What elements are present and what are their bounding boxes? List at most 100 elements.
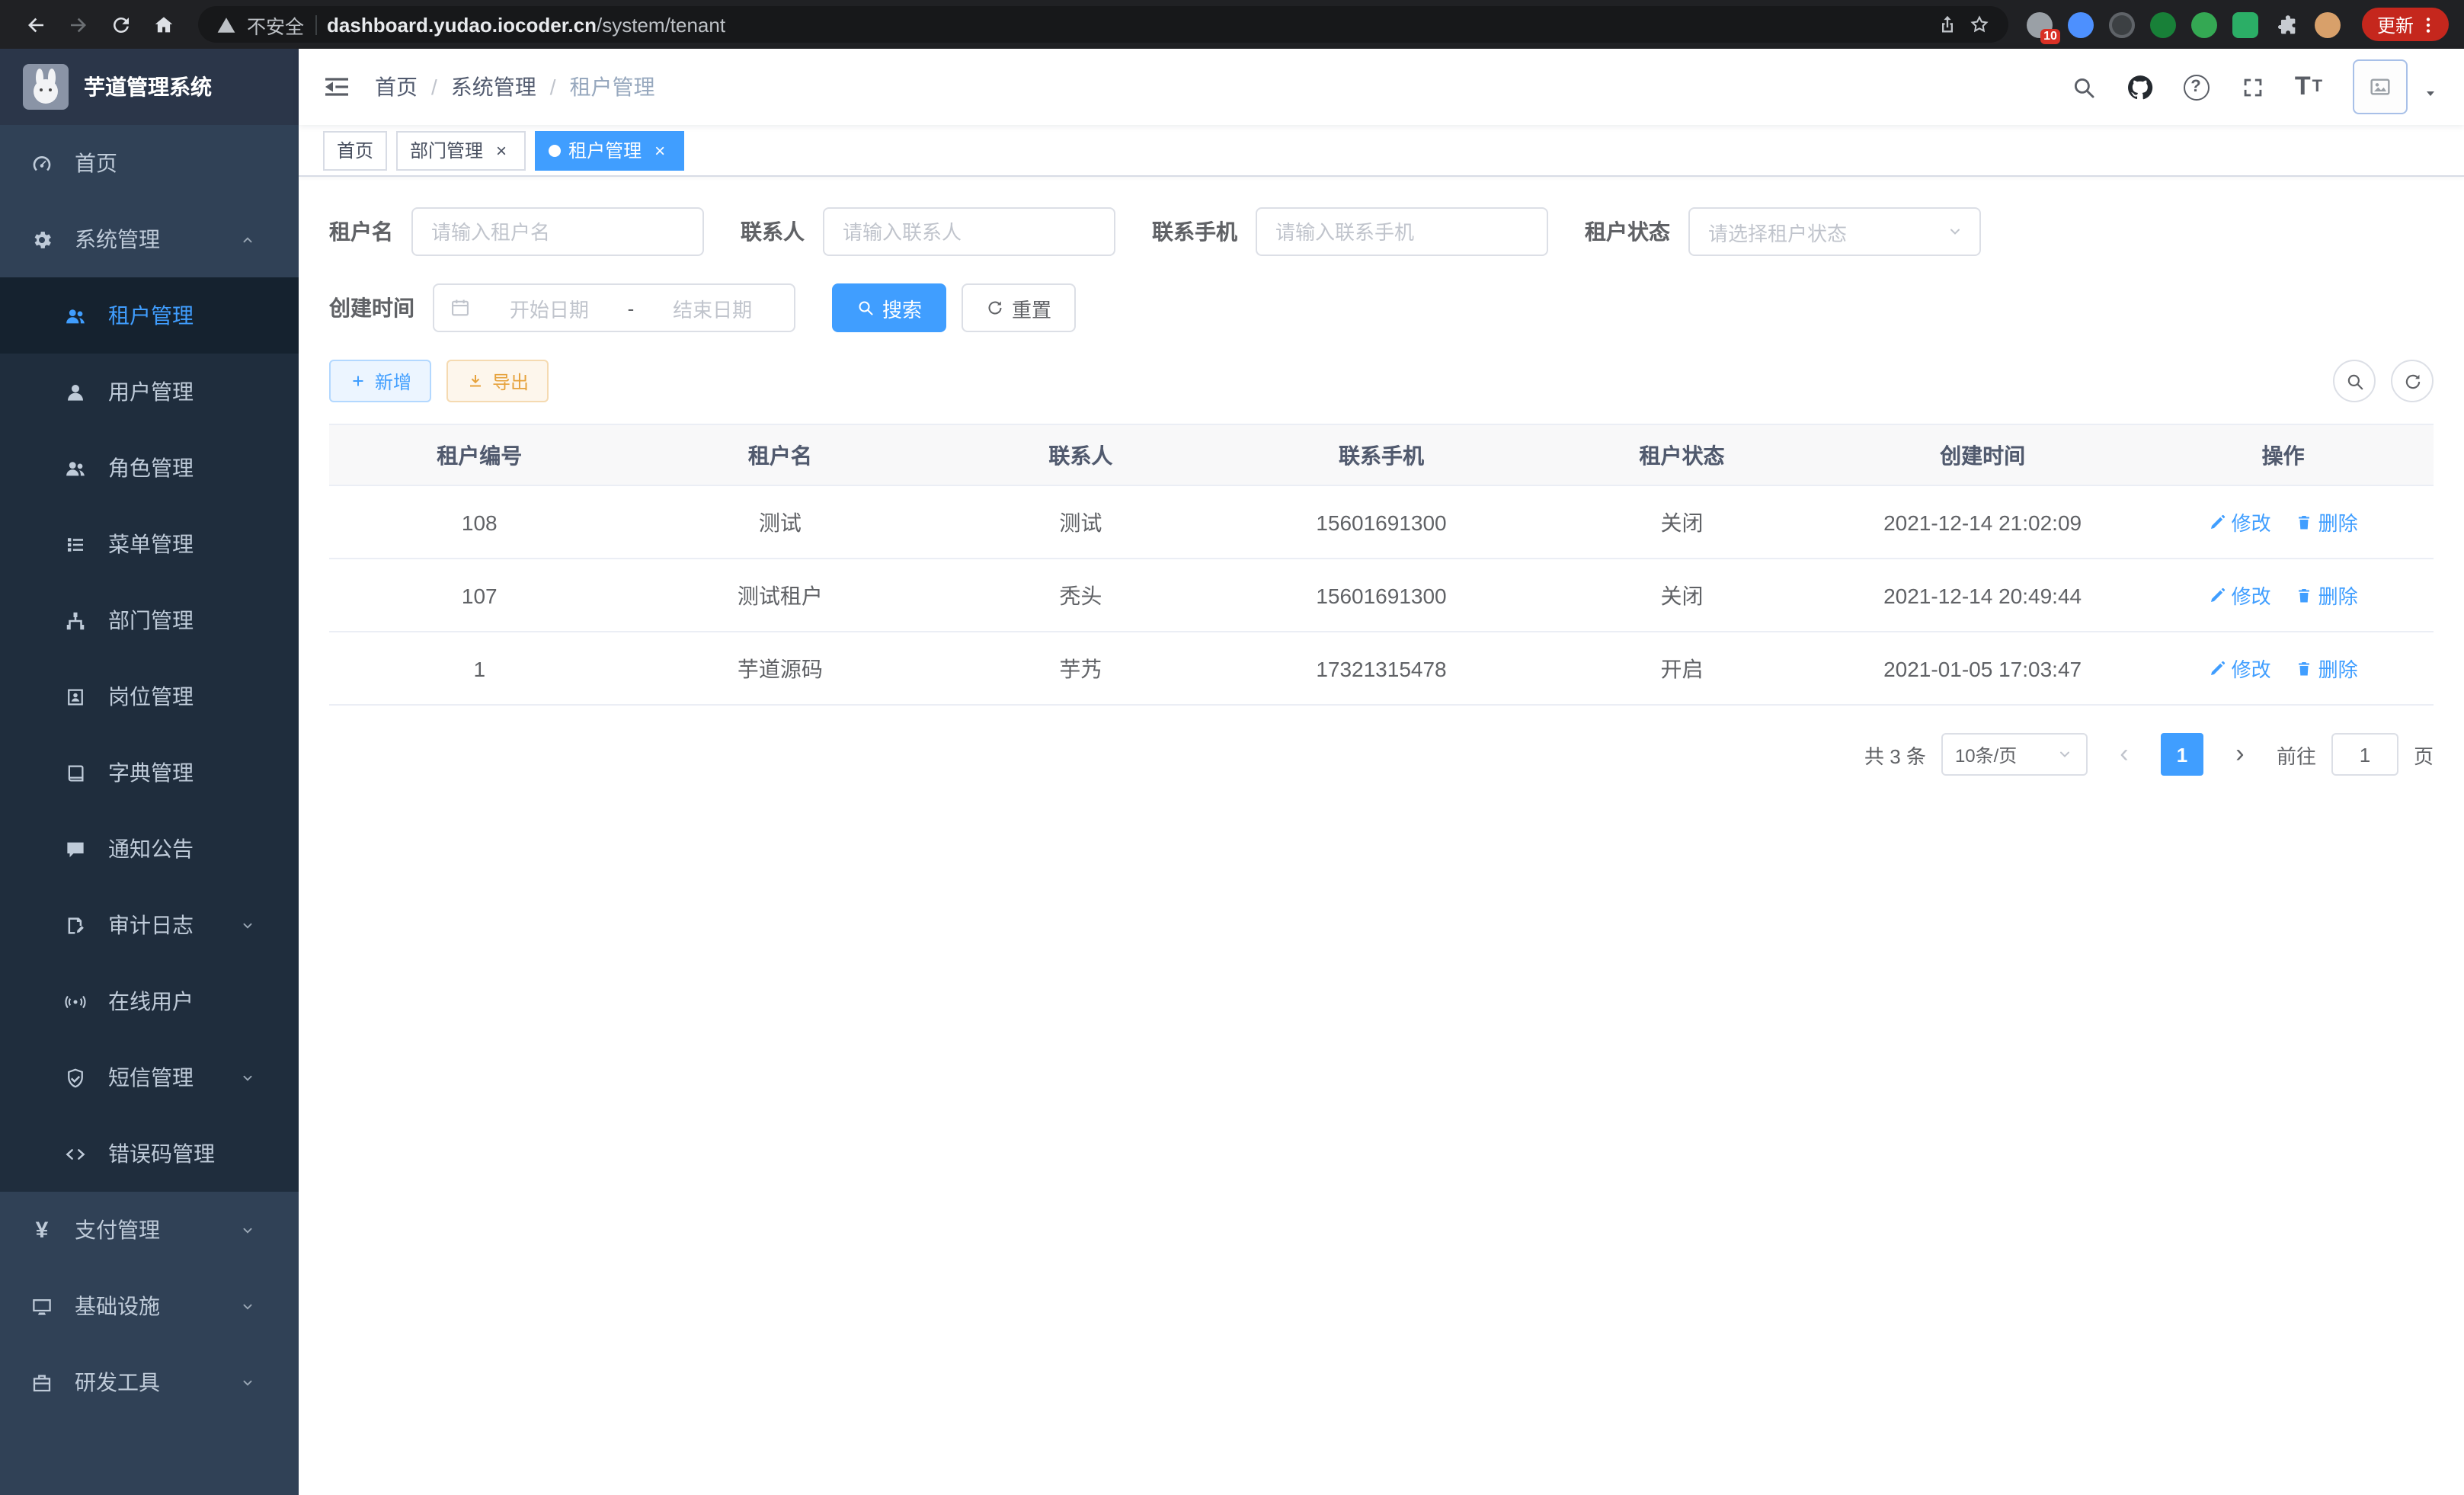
url-domain: dashboard.yudao.iocoder.cn <box>327 13 597 36</box>
search-button[interactable]: 搜索 <box>832 283 946 332</box>
delete-link[interactable]: 删除 <box>2296 507 2358 536</box>
refresh-table-button[interactable] <box>2391 360 2434 402</box>
tenant-table: 租户编号租户名联系人联系手机租户状态创建时间操作 108测试测试15601691… <box>329 424 2434 706</box>
extension-icon[interactable] <box>2232 11 2258 37</box>
url-path: /system/tenant <box>597 13 725 36</box>
tag-item[interactable]: 租户管理 <box>535 130 684 170</box>
next-page-button[interactable] <box>2219 733 2261 776</box>
sidebar-item-label: 审计日志 <box>108 910 194 940</box>
tag-item[interactable]: 首页 <box>323 130 387 170</box>
close-icon[interactable] <box>491 139 512 161</box>
sidebar-item-label: 首页 <box>75 148 117 178</box>
cell-status: 关闭 <box>1531 486 1832 558</box>
sidebar-item[interactable]: 字典管理 <box>0 735 299 811</box>
column-header: 操作 <box>2133 425 2434 485</box>
browser-forward-button[interactable] <box>58 5 98 44</box>
export-button[interactable]: 导出 <box>446 360 549 402</box>
extension-icon[interactable]: 10 <box>2027 11 2053 37</box>
browser-update-button[interactable]: 更新 <box>2362 8 2449 41</box>
prev-page-button[interactable] <box>2103 733 2146 776</box>
sidebar-item[interactable]: 用户管理 <box>0 354 299 430</box>
sidebar-item[interactable]: 通知公告 <box>0 811 299 887</box>
column-header: 联系人 <box>930 425 1231 485</box>
delete-link[interactable]: 删除 <box>2296 581 2358 610</box>
sidebar-item[interactable]: 菜单管理 <box>0 506 299 582</box>
browser-back-button[interactable] <box>15 5 55 44</box>
sidebar-item[interactable]: 角色管理 <box>0 430 299 506</box>
sidebar-item[interactable]: 基础设施 <box>0 1268 299 1344</box>
phone-input[interactable] <box>1256 207 1548 256</box>
tenant-name-input[interactable] <box>411 207 704 256</box>
chevron-down-icon <box>239 917 256 933</box>
date-range-picker[interactable]: 开始日期 - 结束日期 <box>433 283 795 332</box>
logo[interactable]: 芋道管理系统 <box>0 49 299 125</box>
toggle-search-button[interactable] <box>2333 360 2376 402</box>
bookmark-button[interactable] <box>1969 14 1990 35</box>
tree-icon <box>64 609 87 632</box>
security-label[interactable]: 不安全 <box>247 10 304 39</box>
github-button[interactable] <box>2118 66 2161 108</box>
omnibox-divider <box>315 14 316 34</box>
sidebar-item[interactable]: 租户管理 <box>0 277 299 354</box>
badge-icon <box>64 685 87 708</box>
breadcrumb-item[interactable]: 首页 <box>375 72 418 102</box>
edit-link[interactable]: 修改 <box>2209 507 2271 536</box>
page-number-button[interactable]: 1 <box>2161 733 2203 776</box>
cell-actions: 修改删除 <box>2133 559 2434 631</box>
calendar-icon <box>450 297 471 319</box>
sidebar-item[interactable]: 系统管理 <box>0 201 299 277</box>
sidebar-item-label: 错误码管理 <box>108 1138 215 1169</box>
puzzle-icon <box>2274 11 2299 37</box>
add-button[interactable]: 新增 <box>329 360 431 402</box>
delete-link[interactable]: 删除 <box>2296 654 2358 683</box>
browser-reload-button[interactable] <box>101 5 140 44</box>
browser-profile-avatar[interactable] <box>2315 11 2341 37</box>
sidebar-item[interactable]: 部门管理 <box>0 582 299 658</box>
sidebar-toggle-button[interactable] <box>299 49 375 125</box>
sidebar-item[interactable]: 短信管理 <box>0 1039 299 1116</box>
sidebar-item[interactable]: 研发工具 <box>0 1344 299 1420</box>
address-bar[interactable]: 不安全 dashboard.yudao.iocoder.cn/system/te… <box>198 6 2008 43</box>
extension-icon[interactable] <box>2109 11 2135 37</box>
cell-phone: 15601691300 <box>1231 559 1532 631</box>
extension-icon[interactable] <box>2068 11 2094 37</box>
extension-icon[interactable] <box>2150 11 2176 37</box>
close-icon[interactable] <box>649 139 670 161</box>
avatar[interactable] <box>2353 59 2408 114</box>
breadcrumb-item[interactable]: 系统管理 <box>451 72 536 102</box>
page-size-select[interactable]: 10条/页 <box>1941 733 2088 776</box>
header-search-button[interactable] <box>2062 66 2104 108</box>
fullscreen-button[interactable] <box>2231 66 2274 108</box>
column-header: 租户名 <box>630 425 931 485</box>
edit-link[interactable]: 修改 <box>2209 654 2271 683</box>
docs-button[interactable] <box>2174 66 2217 108</box>
end-date-placeholder: 结束日期 <box>646 293 779 322</box>
sidebar-item[interactable]: 首页 <box>0 125 299 201</box>
extension-icon[interactable] <box>2191 11 2217 37</box>
question-icon <box>2183 74 2209 100</box>
font-size-button[interactable] <box>2287 66 2330 108</box>
avatar-dropdown-caret[interactable] <box>2421 84 2440 102</box>
sidebar-item[interactable]: 在线用户 <box>0 963 299 1039</box>
url-text[interactable]: dashboard.yudao.iocoder.cn/system/tenant <box>327 13 725 36</box>
contact-input[interactable] <box>823 207 1115 256</box>
edit-link[interactable]: 修改 <box>2209 581 2271 610</box>
tenant-status-select[interactable]: 请选择租户状态 <box>1688 207 1981 256</box>
sidebar-item[interactable]: 错误码管理 <box>0 1116 299 1192</box>
screenshot-root: 不安全 dashboard.yudao.iocoder.cn/system/te… <box>0 0 2464 1495</box>
table-body: 108测试测试15601691300关闭2021-12-14 21:02:09修… <box>329 486 2434 706</box>
tag-label: 首页 <box>337 137 373 163</box>
goto-page-input[interactable] <box>2331 733 2398 776</box>
browser-home-button[interactable] <box>143 5 183 44</box>
extensions-menu-button[interactable] <box>2274 11 2299 37</box>
sidebar-item[interactable]: 岗位管理 <box>0 658 299 735</box>
table-row: 108测试测试15601691300关闭2021-12-14 21:02:09修… <box>329 486 2434 559</box>
plus-icon <box>349 372 367 390</box>
reset-button[interactable]: 重置 <box>962 283 1076 332</box>
share-button[interactable] <box>1937 14 1958 35</box>
sidebar-item[interactable]: ¥支付管理 <box>0 1192 299 1268</box>
sidebar-item[interactable]: 审计日志 <box>0 887 299 963</box>
tag-item[interactable]: 部门管理 <box>396 130 526 170</box>
cell-id: 107 <box>329 559 630 631</box>
page-size-value: 10条/页 <box>1955 741 2017 767</box>
